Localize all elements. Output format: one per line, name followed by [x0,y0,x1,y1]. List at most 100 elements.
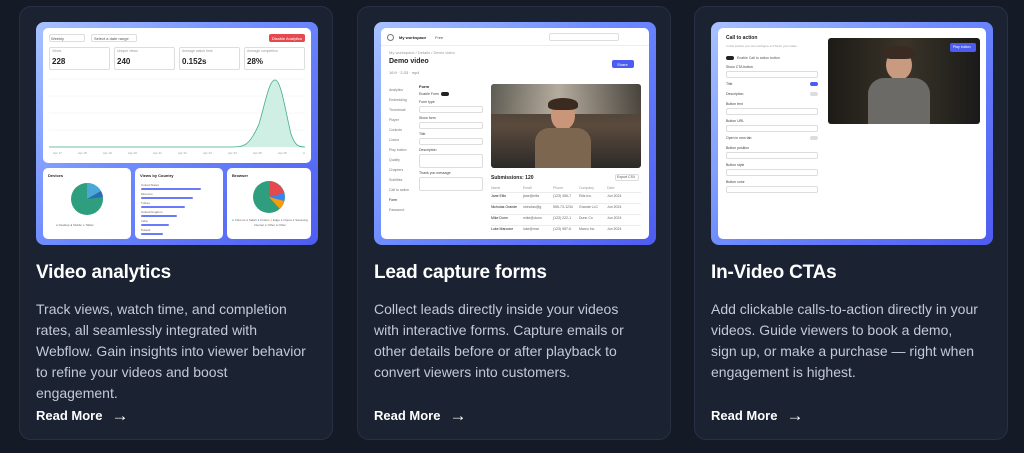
cta-video-preview[interactable]: Play button [828,38,980,124]
cta-field-label: Button position [726,146,750,150]
enable-form-toggle[interactable] [441,92,449,96]
table-divider [491,192,641,193]
table-cell: (123) 222-1 [553,216,572,220]
nav-item[interactable]: Form [389,198,397,203]
nav-item[interactable]: Analytics [389,88,403,93]
card-description: Track views, watch time, and completion … [36,301,306,401]
feature-card-lead-capture: My workspace Free My workspace / Details… [357,6,671,440]
form-field-label: Description [419,148,437,152]
read-more-link[interactable]: Read More → [711,407,803,424]
overlay-cta-button: Play button [953,45,971,49]
browser-pie-chart [253,181,285,213]
form-field-input[interactable] [419,177,483,191]
table-header: Phone [553,186,564,190]
stat-label: Unique views [117,49,138,53]
table-cell: Jun 2024 [607,194,622,198]
nav-item[interactable]: Play button [389,148,407,153]
stat-value: 0.152s [182,57,207,66]
table-cell: Mike Dunn [491,216,508,220]
cta-toggle[interactable] [810,92,818,96]
nav-item[interactable]: Embedding [389,98,407,103]
nav-item[interactable]: Call to action [389,188,409,193]
x-tick-label: Apr 22 [178,151,187,155]
nav-item[interactable]: Thumbnail [389,108,405,113]
countries-title: Views by Country [140,173,174,178]
nav-item[interactable]: Player [389,118,399,123]
range-select: Weekly [51,36,65,41]
cta-toggle[interactable] [810,82,818,86]
country-bar [141,197,193,199]
table-header: Name [491,186,501,190]
country-bar [141,215,177,217]
form-field-input[interactable] [419,106,483,113]
table-cell: (123) 987-6 [553,227,572,231]
cta-toggle-label: Enable Call to action button [737,56,780,60]
form-field-label: Thank you message [419,171,451,175]
form-field-label: Title [419,132,426,136]
country-bar [141,206,185,208]
form-field-input[interactable] [419,122,483,129]
card-title: In-Video CTAs [711,262,837,283]
disable-analytics-button: Disable Analytics [271,36,302,41]
table-cell: Jun 2024 [607,205,622,209]
cta-field-label: Button URL [726,119,745,123]
cta-field-label: Button text [726,102,743,106]
x-tick-label: Apr 19 [103,151,112,155]
cta-settings-app: Call to action In this section you can c… [718,28,986,239]
arrow-right-icon: → [111,406,129,425]
nav-item[interactable]: Quality [389,158,400,163]
x-tick-label: Apr 26 [278,151,287,155]
cta-field-label: Description [726,92,744,96]
video-player[interactable] [491,84,641,168]
form-field-input[interactable] [419,154,483,168]
submissions-count: Submissions: 120 [491,175,534,181]
cta-field-input[interactable] [726,125,818,132]
date-range-input: Select a date range [94,36,129,41]
table-cell: jane@ellis [523,194,540,198]
card-title: Video analytics [36,262,171,283]
card-title: Lead capture forms [374,262,547,283]
nav-item[interactable]: Chapters [389,168,403,173]
card-description: Collect leads directly inside your video… [374,301,624,380]
cta-field-label: Title [726,82,733,86]
x-tick-label: Apr 24 [228,151,237,155]
browser-panel: Browser ● Chrome ● Safari ● Firefox ● Ed… [227,168,311,239]
nav-item[interactable]: Colors [389,138,399,143]
nav-item[interactable]: Subtitles [389,178,402,183]
cta-field-input[interactable] [726,108,818,115]
devices-legend: ● Desktop ● Mobile ● Tablet [56,223,94,227]
stat-value: 228 [52,57,66,66]
table-cell: (123) 456-7 [553,194,572,198]
country-bar [141,233,163,235]
stat-label: Average completion [247,49,278,53]
cta-toggle[interactable] [810,136,818,140]
read-more-link[interactable]: Read More → [374,406,467,425]
form-field-label: Show form [419,116,436,120]
arrow-right-icon: → [449,406,467,425]
read-more-link[interactable]: Read More → [36,406,129,425]
export-csv-button: Export CSV [617,175,636,179]
table-cell: Jun 2024 [607,216,622,220]
table-divider [491,203,641,204]
form-field-input[interactable] [419,138,483,145]
nav-item[interactable]: Password [389,208,404,213]
views-line-chart: Apr 17 Apr 18 Apr 19 Apr 20 Apr 21 Apr 22 Apr … [49,78,305,155]
cta-field-label: Button color [726,180,745,184]
browser-title: Browser [232,173,249,178]
cta-field-input[interactable] [726,71,818,78]
cta-field-input[interactable] [726,152,818,159]
feature-card-video-analytics: Weekly Select a date range Disable Analy… [19,6,333,440]
lead-form-app: My workspace Free My workspace / Details… [381,28,649,239]
x-tick-label: Apr 20 [128,151,137,155]
cta-field-input[interactable] [726,169,818,176]
table-cell: Marco Inc [579,227,595,231]
devices-pie-chart [71,182,103,215]
cta-field-input[interactable] [726,186,818,193]
table-cell: Dunn Co [579,216,593,220]
nav-item[interactable]: Controls [389,128,402,133]
analytics-screenshot: Weekly Select a date range Disable Analy… [36,22,318,245]
video-title: Demo video [389,58,429,65]
table-divider [491,225,641,226]
x-tick-label: Apr 25 [253,151,262,155]
cta-subtext: In this section you can configure a CTA … [726,44,798,48]
